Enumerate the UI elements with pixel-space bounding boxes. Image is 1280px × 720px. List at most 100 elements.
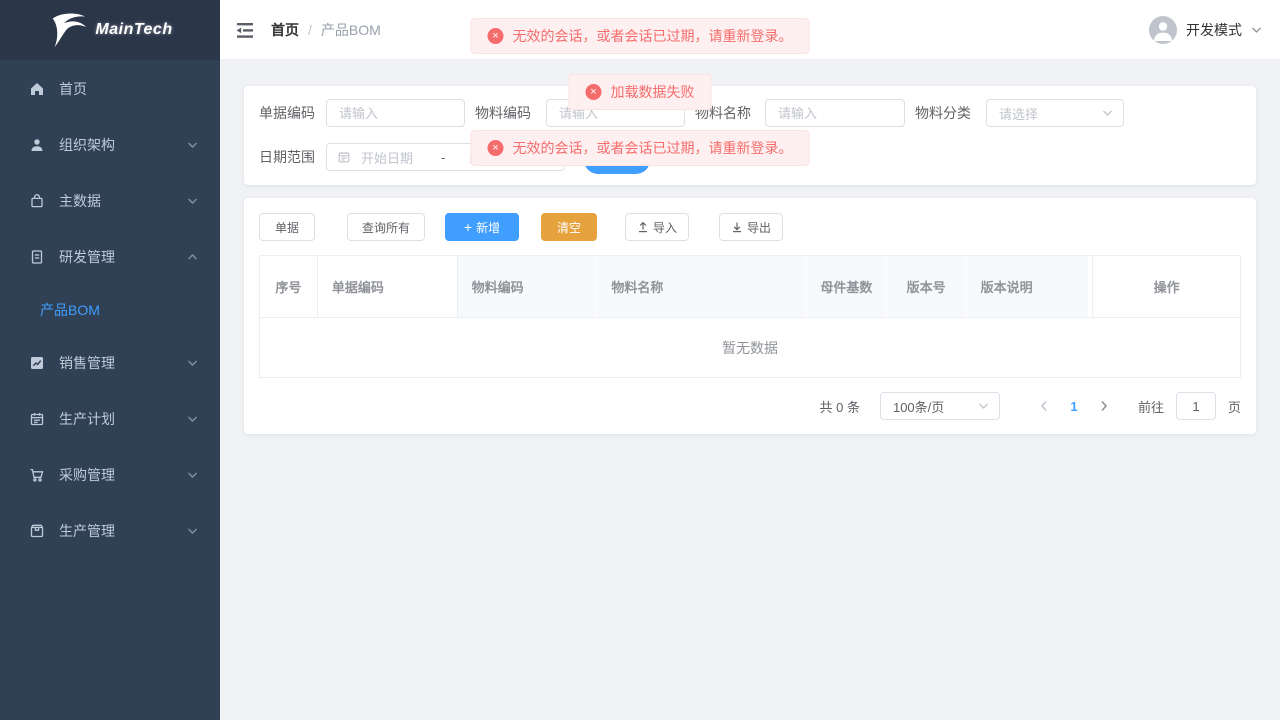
material-category-select[interactable]: 请选择 (986, 99, 1124, 127)
page-size-value: 100条/页 (893, 397, 944, 416)
app-root: MainTech 首页 组织架构 (0, 0, 1280, 720)
chevron-down-icon (187, 197, 198, 205)
column-header-actions: 操作 (1092, 256, 1240, 318)
document-icon (28, 249, 45, 266)
chevron-down-icon (187, 471, 198, 479)
table-empty-state: 暂无数据 (260, 318, 1240, 377)
export-button-label: 导出 (747, 219, 771, 236)
chevron-down-icon (187, 359, 198, 367)
error-toast: × 加载数据失败 (569, 74, 712, 110)
cart-icon (28, 467, 45, 484)
plus-icon: + (464, 220, 472, 234)
doc-code-field (326, 99, 465, 127)
goto-page-input[interactable] (1176, 392, 1216, 420)
brand-name: MainTech (95, 21, 172, 39)
column-header-doc-code: 单据编码 (318, 256, 458, 318)
bag-icon (28, 193, 45, 210)
doc-button[interactable]: 单据 (259, 213, 315, 241)
sidebar-subitem-product-bom[interactable]: 产品BOM (0, 285, 220, 335)
column-header-version-desc: 版本说明 (967, 256, 1090, 318)
doc-code-label: 单据编码 (259, 99, 315, 127)
package-icon (28, 523, 45, 540)
breadcrumb-home[interactable]: 首页 (271, 20, 299, 40)
select-placeholder: 请选择 (999, 104, 1038, 123)
chevron-down-icon (187, 415, 198, 423)
sidebar-item-masterdata[interactable]: 主数据 (0, 173, 220, 229)
import-button-label: 导入 (653, 219, 677, 236)
logo: MainTech (0, 0, 220, 60)
column-header-index: 序号 (260, 256, 318, 318)
sidebar-item-home[interactable]: 首页 (0, 61, 220, 117)
import-button[interactable]: 导入 (625, 213, 689, 241)
calendar-icon (337, 150, 351, 164)
brand-logo-icon (47, 10, 91, 50)
download-icon (731, 221, 743, 233)
chevron-down-icon (187, 141, 198, 149)
user-menu[interactable]: 开发模式 (1149, 0, 1262, 60)
prev-page-icon[interactable] (1034, 392, 1054, 420)
bom-table: 序号 单据编码 物料编码 物料名称 母件基数 版本号 版本说明 操作 暂无数据 (259, 255, 1241, 378)
column-header-material-code: 物料编码 (458, 256, 598, 318)
sidebar-subitem-label: 产品BOM (40, 300, 100, 320)
sidebar-item-label: 生产管理 (59, 521, 187, 541)
column-header-material-name: 物料名称 (597, 256, 807, 318)
org-user-icon (28, 137, 45, 154)
upload-icon (637, 221, 649, 233)
avatar (1149, 16, 1177, 44)
sidebar-item-label: 采购管理 (59, 465, 187, 485)
export-button[interactable]: 导出 (719, 213, 783, 241)
page-unit-label: 页 (1228, 397, 1241, 416)
sales-chart-icon (28, 355, 45, 372)
material-name-input[interactable] (766, 100, 904, 126)
add-button-label: 新增 (476, 219, 500, 236)
chevron-down-icon (978, 402, 989, 410)
page-size-select[interactable]: 100条/页 (880, 392, 1000, 420)
sidebar-item-label: 组织架构 (59, 135, 187, 155)
table-header-row: 序号 单据编码 物料编码 物料名称 母件基数 版本号 版本说明 操作 (260, 256, 1240, 318)
error-circle-icon: × (586, 84, 602, 100)
pagination: 共 0 条 100条/页 1 前往 页 (820, 392, 1242, 420)
date-start-placeholder: 开始日期 (361, 148, 413, 167)
sidebar-item-rnd[interactable]: 研发管理 (0, 229, 220, 285)
sidebar-item-label: 首页 (59, 79, 198, 99)
add-button[interactable]: + 新增 (445, 213, 519, 241)
sidebar-item-production-plan[interactable]: 生产计划 (0, 391, 220, 447)
sidebar: MainTech 首页 组织架构 (0, 0, 220, 720)
column-header-version: 版本号 (887, 256, 967, 318)
sidebar-item-label: 销售管理 (59, 353, 187, 373)
breadcrumb-separator: / (308, 22, 312, 38)
chevron-down-icon (187, 527, 198, 535)
material-category-label: 物料分类 (915, 99, 971, 127)
home-icon (28, 81, 45, 98)
sidebar-item-purchasing[interactable]: 采购管理 (0, 447, 220, 503)
sidebar-item-org[interactable]: 组织架构 (0, 117, 220, 173)
user-mode-label: 开发模式 (1186, 20, 1242, 40)
sidebar-item-manufacturing[interactable]: 生产管理 (0, 503, 220, 559)
toast-message: 加载数据失败 (611, 82, 695, 102)
error-toast: × 无效的会话，或者会话已过期，请重新登录。 (471, 18, 810, 54)
material-name-field (765, 99, 905, 127)
pagination-total: 共 0 条 (820, 397, 860, 416)
error-circle-icon: × (488, 140, 504, 156)
next-page-icon[interactable] (1094, 392, 1114, 420)
sidebar-item-label: 研发管理 (59, 247, 187, 267)
doc-code-input[interactable] (327, 100, 464, 126)
sidebar-item-label: 主数据 (59, 191, 187, 211)
sidebar-menu: 首页 组织架构 主数据 (0, 60, 220, 559)
date-range-separator: - (441, 150, 445, 165)
sidebar-toggle-hamburger-icon[interactable] (235, 20, 257, 40)
material-code-label: 物料编码 (475, 99, 531, 127)
error-circle-icon: × (488, 28, 504, 44)
query-all-button[interactable]: 查询所有 (347, 213, 425, 241)
date-range-label: 日期范围 (259, 143, 315, 171)
breadcrumb-current: 产品BOM (321, 20, 381, 40)
chevron-down-icon (1251, 26, 1262, 34)
chevron-up-icon (187, 253, 198, 261)
clear-button[interactable]: 清空 (541, 213, 597, 241)
goto-label: 前往 (1138, 397, 1164, 416)
column-header-parent-base: 母件基数 (807, 256, 887, 318)
toast-message: 无效的会话，或者会话已过期，请重新登录。 (513, 26, 793, 46)
current-page-number[interactable]: 1 (1062, 399, 1086, 414)
sidebar-item-sales[interactable]: 销售管理 (0, 335, 220, 391)
calendar-icon (28, 411, 45, 428)
